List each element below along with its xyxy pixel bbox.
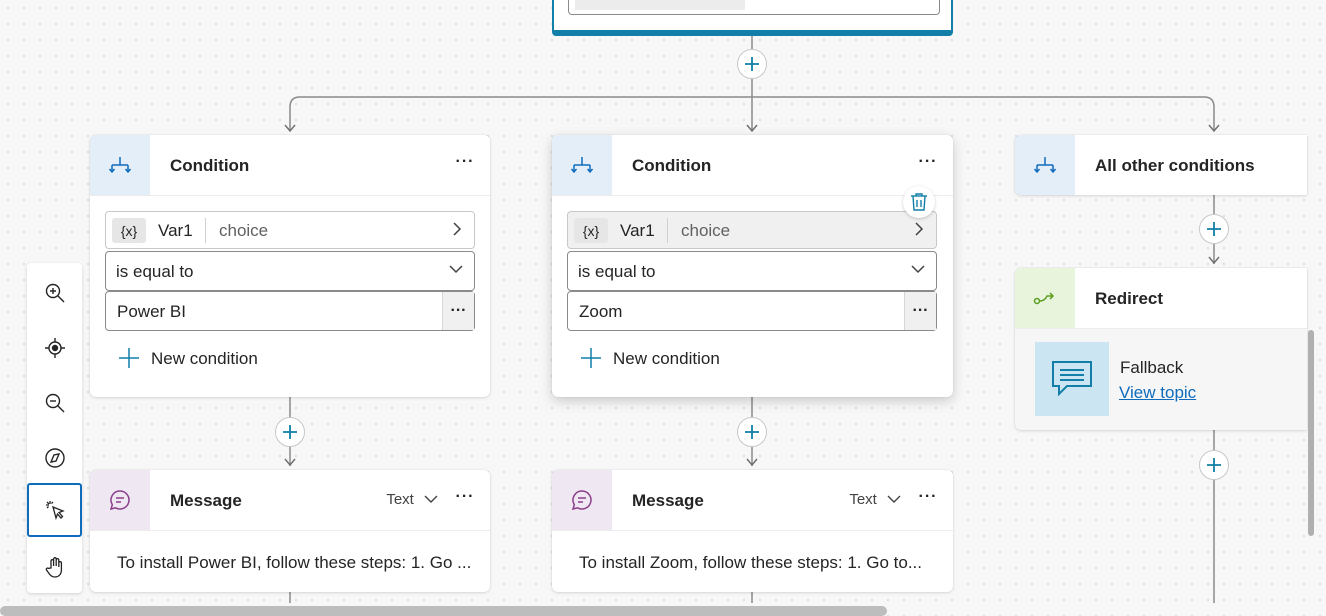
message-type-value: Text: [849, 491, 877, 508]
condition-branch-icon: [1015, 135, 1075, 195]
card-title: Condition: [632, 156, 712, 175]
new-condition-button[interactable]: New condition: [580, 347, 780, 371]
plus-icon: [1207, 458, 1221, 472]
previous-node-input: [568, 0, 940, 15]
message-card[interactable]: Message Text ··· To install Power BI, fo…: [90, 470, 490, 592]
variable-selector[interactable]: {x} Var1 choice: [567, 211, 937, 249]
view-topic-link[interactable]: View topic: [1119, 383, 1196, 403]
trash-icon: [911, 193, 927, 211]
card-header: Message Text ···: [90, 470, 490, 531]
add-node-button[interactable]: [737, 417, 767, 447]
delete-button[interactable]: [903, 186, 935, 218]
variable-badge: {x}: [112, 218, 146, 243]
condition-value: Zoom: [579, 302, 623, 321]
chevron-down-icon: [887, 495, 901, 503]
plus-icon: [745, 57, 759, 71]
condition-branch-icon: [552, 135, 612, 195]
add-node-button[interactable]: [1199, 214, 1229, 244]
message-icon: [552, 470, 612, 530]
variable-name: Var1: [158, 221, 193, 240]
redirect-card[interactable]: Redirect Fallback View topic: [1015, 268, 1307, 430]
vertical-scrollbar[interactable]: [1308, 330, 1314, 536]
plus-icon: [283, 425, 297, 439]
variable-badge: {x}: [574, 218, 608, 243]
minimap-icon[interactable]: [27, 430, 82, 485]
new-condition-label: New condition: [613, 349, 720, 368]
fallback-topic-name: Fallback: [1120, 358, 1184, 377]
redirect-icon: [1015, 268, 1075, 328]
message-card[interactable]: Message Text ··· To install Zoom, follow…: [552, 470, 953, 592]
horizontal-scrollbar[interactable]: [0, 606, 887, 616]
new-condition-label: New condition: [151, 349, 258, 368]
operator-dropdown[interactable]: is equal to: [105, 251, 475, 291]
chevron-down-icon: [910, 261, 926, 282]
chat-topic-icon: [1052, 361, 1092, 397]
card-header: Condition ···: [90, 135, 490, 196]
zoom-out-icon[interactable]: [27, 375, 82, 430]
variable-type: choice: [681, 221, 731, 240]
value-options-icon[interactable]: ···: [904, 292, 936, 330]
pan-hand-icon[interactable]: [27, 539, 82, 594]
plus-icon: [1207, 222, 1221, 236]
add-node-button[interactable]: [737, 49, 767, 79]
value-options-icon[interactable]: ···: [442, 292, 474, 330]
chevron-right-icon: [452, 221, 462, 242]
new-condition-button[interactable]: New condition: [118, 347, 318, 371]
card-title: Message: [170, 491, 242, 510]
condition-card[interactable]: Condition ··· {x} Var1 choice is equal t…: [90, 135, 490, 397]
card-title: Redirect: [1095, 289, 1164, 308]
add-node-button[interactable]: [1199, 450, 1229, 480]
variable-type: choice: [219, 221, 269, 240]
condition-value: Power BI: [117, 302, 186, 321]
condition-card[interactable]: Condition ··· {x} Var1 choice is equal t…: [552, 135, 953, 397]
message-text[interactable]: To install Zoom, follow these steps: 1. …: [579, 553, 922, 573]
more-options-icon[interactable]: ···: [917, 152, 939, 172]
condition-value-field[interactable]: Power BI ···: [105, 291, 475, 331]
operator-value: is equal to: [578, 262, 656, 281]
zoom-in-icon[interactable]: [27, 265, 82, 320]
condition-branch-icon: [90, 135, 150, 195]
card-header: Condition ···: [552, 135, 953, 196]
plus-icon: [581, 348, 601, 368]
card-title: Condition: [170, 156, 250, 175]
chevron-right-icon: [914, 221, 924, 242]
previous-node[interactable]: [552, 0, 953, 36]
canvas-toolbar: [27, 263, 82, 593]
operator-value: is equal to: [116, 262, 194, 281]
operator-dropdown[interactable]: is equal to: [567, 251, 937, 291]
other-conditions-card[interactable]: All other conditions: [1015, 135, 1307, 195]
message-icon: [90, 470, 150, 530]
add-node-button[interactable]: [275, 417, 305, 447]
message-text[interactable]: To install Power BI, follow these steps:…: [117, 553, 471, 573]
variable-name: Var1: [620, 221, 655, 240]
card-title: Message: [632, 491, 704, 510]
more-options-icon[interactable]: ···: [454, 487, 476, 507]
variable-selector[interactable]: {x} Var1 choice: [105, 211, 475, 249]
more-options-icon[interactable]: ···: [454, 152, 476, 172]
message-type-value: Text: [386, 491, 414, 508]
select-pointer-icon[interactable]: [27, 483, 82, 537]
plus-icon: [745, 425, 759, 439]
plus-icon: [119, 348, 139, 368]
locate-icon[interactable]: [27, 320, 82, 375]
chevron-down-icon: [424, 495, 438, 503]
card-title: All other conditions: [1095, 156, 1255, 175]
fallback-topic-tile: [1035, 342, 1109, 416]
message-type-dropdown[interactable]: Text: [849, 491, 901, 508]
more-options-icon[interactable]: ···: [917, 487, 939, 507]
card-header: Message Text ···: [552, 470, 953, 531]
chevron-down-icon: [448, 261, 464, 282]
card-header: Redirect: [1015, 268, 1307, 329]
condition-value-field[interactable]: Zoom ···: [567, 291, 937, 331]
message-type-dropdown[interactable]: Text: [386, 491, 438, 508]
